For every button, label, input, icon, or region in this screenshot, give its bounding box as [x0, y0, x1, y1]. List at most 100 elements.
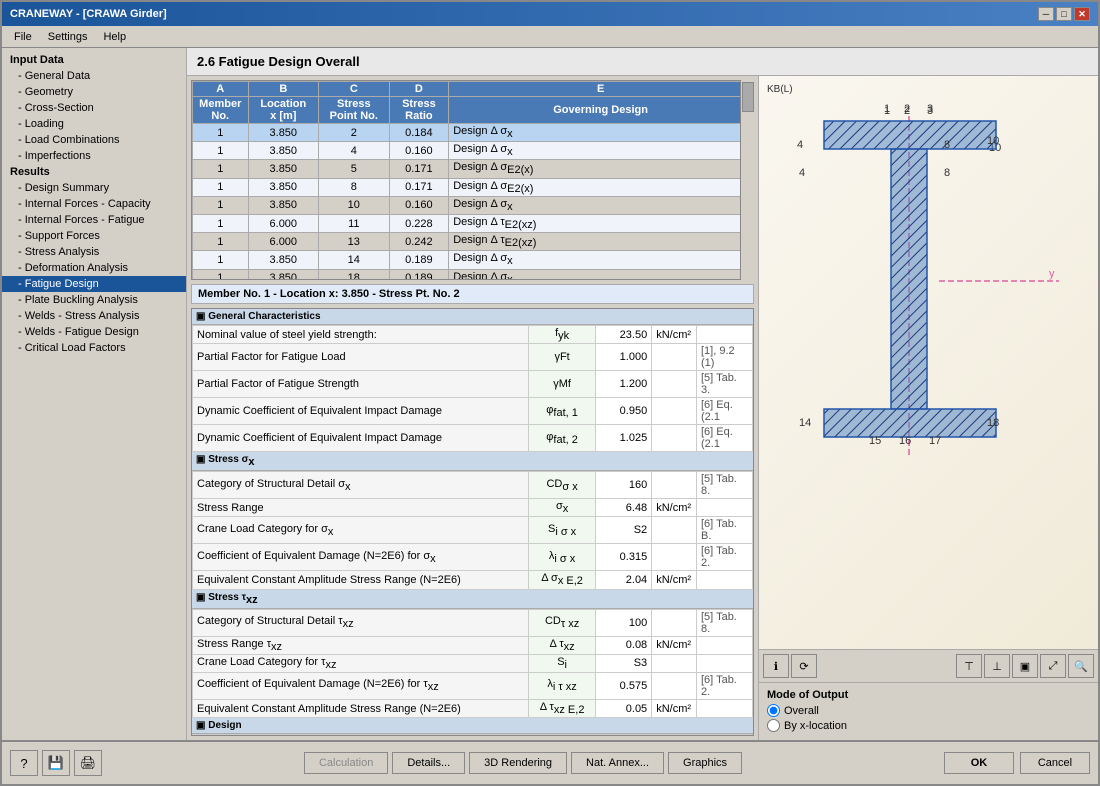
menu-settings[interactable]: Settings [40, 29, 96, 45]
resize-button[interactable]: ⤢ [1040, 654, 1066, 678]
menu-file[interactable]: File [6, 29, 40, 45]
minimize-button[interactable]: ─ [1038, 7, 1054, 21]
sidebar-section-results[interactable]: Results [2, 164, 186, 180]
detail-row[interactable]: Stress Range σx 6.48 kN/cm² [193, 499, 753, 517]
graphics-button[interactable]: Graphics [668, 752, 742, 774]
details-container[interactable]: ▣ General Characteristics Nominal value … [191, 308, 754, 736]
sidebar-item-load-combinations[interactable]: - Load Combinations [2, 132, 186, 148]
help-button[interactable]: ? [10, 750, 38, 776]
right-toolbar: ℹ ⟳ ⊤ ⊥ ▣ ⤢ 🔍 [759, 649, 1098, 682]
col-header-d: D [389, 82, 449, 97]
sidebar-item-design-summary[interactable]: - Design Summary [2, 180, 186, 196]
table-row[interactable]: 1 3.850 18 0.189 Design Δ σx [193, 269, 753, 280]
sidebar-item-stress-analysis[interactable]: - Stress Analysis [2, 244, 186, 260]
sidebar-item-imperfections[interactable]: - Imperfections [2, 148, 186, 164]
sidebar-item-critical-load[interactable]: - Critical Load Factors [2, 340, 186, 356]
bottom-center-buttons: Calculation Details... 3D Rendering Nat.… [304, 752, 742, 774]
col-subheader-governing: Governing Design [449, 97, 753, 124]
col-subheader-member: MemberNo. [193, 97, 249, 124]
right-panel: KB(L) 1 2 3 10 4 8 [758, 76, 1098, 740]
svg-text:3: 3 [927, 105, 933, 117]
sidebar-item-plate-buckling[interactable]: - Plate Buckling Analysis [2, 292, 186, 308]
print-button[interactable]: 🖨 [74, 750, 102, 776]
detail-row[interactable]: Crane Load Category for τxz Si S3 [193, 654, 753, 672]
refresh-button[interactable]: ⟳ [791, 654, 817, 678]
sidebar-item-general-data[interactable]: - General Data [2, 68, 186, 84]
section-bottom-button[interactable]: ⊥ [984, 654, 1010, 678]
table-row[interactable]: 1 6.000 13 0.242 Design Δ τE2(xz) [193, 233, 753, 251]
details-button[interactable]: Details... [392, 752, 465, 774]
cell-ratio: 0.184 [389, 124, 449, 142]
col-subheader-location: Locationx [m] [248, 97, 319, 124]
detail-row[interactable]: Dynamic Coefficient of Equivalent Impact… [193, 398, 753, 425]
output-overall-radio[interactable] [767, 704, 780, 717]
cell-point: 2 [319, 124, 390, 142]
close-button[interactable]: ✕ [1074, 7, 1090, 21]
table-row[interactable]: 1 3.850 8 0.171 Design Δ σE2(x) [193, 178, 753, 196]
sidebar-item-deformation-analysis[interactable]: - Deformation Analysis [2, 260, 186, 276]
results-scrollbar[interactable] [740, 80, 754, 280]
design-table: Design Δ σx ηΔσx 0.184 ≤ 1 [5], 8 (1) De… [192, 734, 753, 736]
sidebar-item-support-forces[interactable]: - Support Forces [2, 228, 186, 244]
svg-text:1: 1 [884, 105, 890, 117]
ok-button[interactable]: OK [944, 752, 1014, 774]
sidebar-item-internal-forces-capacity[interactable]: - Internal Forces - Capacity [2, 196, 186, 212]
results-table-container: A B C D E MemberNo. Locationx [m] [191, 80, 754, 280]
detail-row[interactable]: Partial Factor for Fatigue Load γFt 1.00… [193, 344, 753, 371]
sidebar-item-geometry[interactable]: - Geometry [2, 84, 186, 100]
detail-row[interactable]: Dynamic Coefficient of Equivalent Impact… [193, 425, 753, 452]
detail-row[interactable]: Design Δ σx ηΔσx 0.184 ≤ 1 [5], 8 (1) [193, 735, 753, 736]
results-table-scroll[interactable]: A B C D E MemberNo. Locationx [m] [191, 80, 754, 280]
table-row[interactable]: 1 3.850 4 0.160 Design Δ σx [193, 142, 753, 160]
table-row[interactable]: 1 3.850 5 0.171 Design Δ σE2(x) [193, 160, 753, 178]
table-row[interactable]: 1 3.850 10 0.160 Design Δ σx [193, 196, 753, 214]
stress-sx-table: Category of Structural Detail σx CDσ x 1… [192, 471, 753, 589]
sidebar-item-welds-stress[interactable]: - Welds - Stress Analysis [2, 308, 186, 324]
sidebar-item-internal-forces-fatigue[interactable]: - Internal Forces - Fatigue [2, 212, 186, 228]
menu-help[interactable]: Help [95, 29, 134, 45]
3d-rendering-button[interactable]: 3D Rendering [469, 752, 567, 774]
nat-annex-button[interactable]: Nat. Annex... [571, 752, 664, 774]
detail-row[interactable]: Equivalent Constant Amplitude Stress Ran… [193, 571, 753, 589]
detail-row[interactable]: Equivalent Constant Amplitude Stress Ran… [193, 699, 753, 717]
section-stress-txz-header[interactable]: ▣ Stress τxz [192, 590, 753, 609]
section-top-button[interactable]: ⊤ [956, 654, 982, 678]
detail-unit: kN/cm² [652, 326, 697, 344]
detail-row[interactable]: Crane Load Category for σx Si σ x S2 [6]… [193, 517, 753, 544]
window-button[interactable]: ▣ [1012, 654, 1038, 678]
detail-row[interactable]: Category of Structural Detail τxz CDτ xz… [193, 609, 753, 636]
detail-row[interactable]: Category of Structural Detail σx CDσ x 1… [193, 472, 753, 499]
sidebar-item-loading[interactable]: - Loading [2, 116, 186, 132]
table-row[interactable]: 1 3.850 14 0.189 Design Δ σx [193, 251, 753, 269]
sidebar-item-fatigue-design[interactable]: - Fatigue Design [2, 276, 186, 292]
scrollbar-thumb[interactable] [742, 82, 754, 112]
table-row[interactable]: 1 6.000 11 0.228 Design Δ τE2(xz) [193, 214, 753, 232]
cell-design: Design Δ σx [449, 124, 753, 142]
output-x-option[interactable]: By x-location [767, 719, 1090, 732]
output-overall-option[interactable]: Overall [767, 704, 1090, 717]
node-18: 18 [987, 417, 999, 429]
output-x-radio[interactable] [767, 719, 780, 732]
sidebar-section-input[interactable]: Input Data [2, 52, 186, 68]
cancel-button[interactable]: Cancel [1020, 752, 1090, 774]
table-row[interactable]: 1 3.850 2 0.184 Design Δ σx [193, 124, 753, 142]
save-button[interactable]: 💾 [42, 750, 70, 776]
detail-row[interactable]: Stress Range τxz Δ τxz 0.08 kN/cm² [193, 636, 753, 654]
sidebar-item-cross-section[interactable]: - Cross-Section [2, 100, 186, 116]
section-general-header[interactable]: ▣ General Characteristics [192, 309, 753, 325]
zoom-button[interactable]: 🔍 [1068, 654, 1094, 678]
section-design-header[interactable]: ▣ Design [192, 718, 753, 734]
sidebar-item-welds-fatigue[interactable]: - Welds - Fatigue Design [2, 324, 186, 340]
maximize-button[interactable]: □ [1056, 7, 1072, 21]
detail-row[interactable]: Coefficient of Equivalent Damage (N=2E6)… [193, 672, 753, 699]
detail-value: 23.50 [596, 326, 652, 344]
section-stress-sx-header[interactable]: ▣ Stress σx [192, 452, 753, 471]
calculation-button[interactable]: Calculation [304, 752, 388, 774]
info-button[interactable]: ℹ [763, 654, 789, 678]
detail-row[interactable]: Nominal value of steel yield strength: f… [193, 326, 753, 344]
detail-label: Nominal value of steel yield strength: [193, 326, 529, 344]
detail-row[interactable]: Coefficient of Equivalent Damage (N=2E6)… [193, 544, 753, 571]
window-title: CRANEWAY - [CRAWA Girder] [10, 8, 167, 20]
title-bar-buttons: ─ □ ✕ [1038, 7, 1090, 21]
detail-row[interactable]: Partial Factor of Fatigue Strength γMf 1… [193, 371, 753, 398]
